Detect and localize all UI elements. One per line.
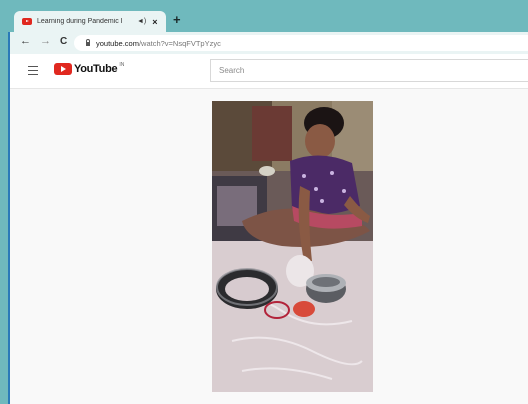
youtube-header: YouTube IN Search bbox=[8, 54, 528, 89]
tab-close-button[interactable]: × bbox=[152, 17, 157, 27]
lock-icon bbox=[86, 39, 90, 46]
tab-learning-during-pandemic[interactable]: Learning during Pandemic I ◄) × bbox=[14, 11, 166, 32]
reload-button[interactable]: C bbox=[60, 36, 67, 47]
browser-toolbar: ← → C youtube.com/watch?v=NsqFVTpYzyc bbox=[8, 32, 528, 55]
address-bar[interactable]: youtube.com/watch?v=NsqFVTpYzyc bbox=[74, 35, 528, 51]
tab-strip: Learning during Pandemic I ◄) × + bbox=[8, 8, 528, 32]
watch-page bbox=[8, 89, 528, 404]
youtube-logo-text: YouTube bbox=[74, 63, 118, 75]
browser-window: Learning during Pandemic I ◄) × + ← → C … bbox=[8, 8, 528, 404]
youtube-logo[interactable]: YouTube IN bbox=[54, 62, 125, 75]
url-path: /watch?v=NsqFVTpYzyc bbox=[138, 38, 221, 48]
back-button[interactable]: ← bbox=[20, 35, 31, 47]
search-placeholder: Search bbox=[219, 66, 245, 75]
youtube-favicon-icon bbox=[22, 18, 32, 25]
country-code: IN bbox=[119, 62, 125, 68]
window-edge bbox=[8, 32, 10, 404]
video-player[interactable] bbox=[212, 101, 373, 392]
forward-button[interactable]: → bbox=[40, 35, 51, 47]
video-frame bbox=[212, 101, 373, 392]
url-host: youtube.com bbox=[96, 38, 139, 48]
speaker-icon[interactable]: ◄) bbox=[137, 18, 146, 25]
tab-title: Learning during Pandemic I bbox=[37, 18, 123, 25]
search-input[interactable]: Search bbox=[210, 59, 528, 82]
menu-icon[interactable] bbox=[28, 66, 38, 77]
new-tab-button[interactable]: + bbox=[173, 12, 181, 27]
youtube-play-icon bbox=[54, 63, 72, 75]
